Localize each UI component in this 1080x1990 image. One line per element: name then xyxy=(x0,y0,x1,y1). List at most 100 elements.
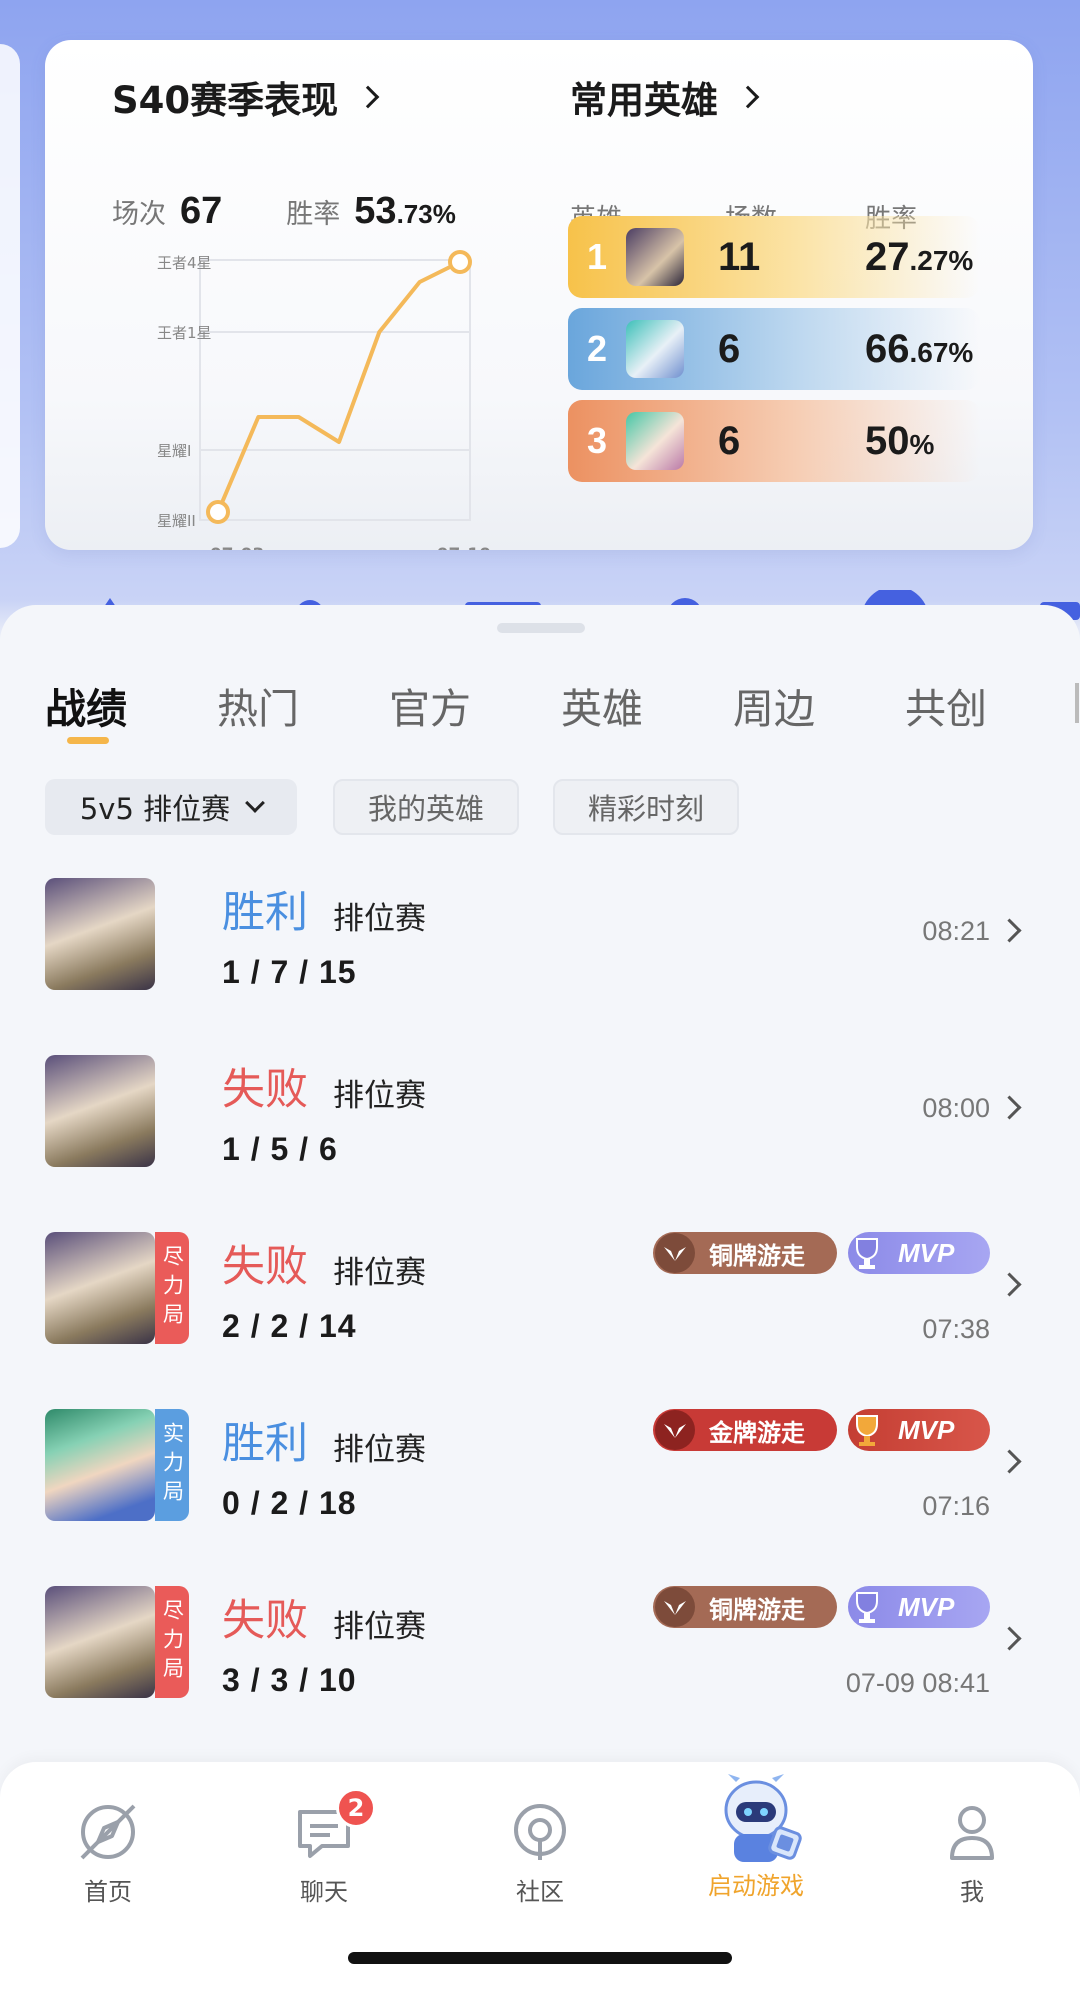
my-heroes-filter[interactable]: 我的英雄 xyxy=(333,779,519,835)
tab-hot[interactable]: 热门 xyxy=(217,675,299,735)
effort-tag: 尽力局 xyxy=(155,1586,189,1698)
rank-number: 3 xyxy=(586,420,608,461)
game-mascot-icon xyxy=(724,1774,802,1862)
match-kda: 0 / 2 / 18 xyxy=(222,1485,357,1521)
season-performance-card: S40赛季表现 场次 67 胜率 53.73% 王者4星 王者1星 星耀I 星耀… xyxy=(45,40,1033,550)
role-badge: 金牌游走 xyxy=(653,1409,837,1451)
match-result: 胜利 xyxy=(222,888,308,938)
hero-avatar xyxy=(45,1586,155,1698)
sheet-grabber[interactable] xyxy=(497,623,585,633)
tab-heroes[interactable]: 英雄 xyxy=(561,675,643,735)
chevron-right-icon xyxy=(736,85,760,109)
match-time: 08:00 xyxy=(922,1093,990,1123)
match-time: 08:21 xyxy=(922,916,990,946)
previous-card-edge[interactable] xyxy=(0,44,20,548)
more-tabs-edge xyxy=(1075,683,1079,723)
hero-rate: 27.27% xyxy=(865,234,974,279)
match-kda: 1 / 7 / 15 xyxy=(222,954,357,990)
matches-value: 67 xyxy=(180,190,223,232)
nav-community[interactable]: 社区 xyxy=(470,1800,610,1907)
tab-official[interactable]: 官方 xyxy=(389,675,471,735)
match-row[interactable]: 尽力局 失败 排位赛 2 / 2 / 14 铜牌游走 MVP 07:38 xyxy=(0,1232,1080,1362)
home-indicator xyxy=(348,1952,732,1964)
nav-home-label: 首页 xyxy=(84,1878,132,1906)
hero-avatar xyxy=(45,878,155,990)
tab-merch[interactable]: 周边 xyxy=(733,675,815,735)
match-kda: 3 / 3 / 10 xyxy=(222,1662,357,1698)
hero-avatar xyxy=(626,412,684,470)
nav-community-label: 社区 xyxy=(516,1878,564,1906)
chevron-right-icon xyxy=(997,1095,1022,1120)
chart-frame xyxy=(199,259,471,521)
mode-dropdown[interactable]: 5v5 排位赛 xyxy=(45,779,297,835)
nav-home[interactable]: 首页 xyxy=(38,1800,178,1907)
data-point xyxy=(448,250,472,274)
match-result: 失败 xyxy=(222,1596,308,1646)
trophy-icon xyxy=(844,1584,890,1630)
match-time: 07-09 08:41 xyxy=(845,1668,990,1698)
match-mode: 排位赛 xyxy=(333,1609,426,1645)
match-time: 07:16 xyxy=(922,1491,990,1521)
match-mode: 排位赛 xyxy=(333,1432,426,1468)
hero-games: 6 xyxy=(718,326,741,371)
active-tab-indicator xyxy=(67,737,109,744)
mode-dropdown-label: 5v5 排位赛 xyxy=(79,792,231,826)
rank-number: 2 xyxy=(586,328,608,369)
chevron-right-icon xyxy=(356,85,380,109)
match-result: 失败 xyxy=(222,1242,308,1292)
match-mode: 排位赛 xyxy=(333,901,426,937)
skill-tag: 实力局 xyxy=(155,1409,189,1521)
nav-me-label: 我 xyxy=(960,1878,984,1906)
effort-tag: 尽力局 xyxy=(155,1232,189,1344)
hero-avatar xyxy=(626,228,684,286)
match-row[interactable]: 胜利 排位赛 1 / 7 / 15 08:21 xyxy=(0,878,1080,1008)
hero-avatar xyxy=(626,320,684,378)
role-badge: 铜牌游走 xyxy=(653,1232,837,1274)
match-kda: 1 / 5 / 6 xyxy=(222,1131,338,1167)
data-point xyxy=(206,500,230,524)
person-icon xyxy=(950,1806,994,1860)
wing-icon xyxy=(655,1410,695,1450)
rank-trend-chart: 王者4星 王者1星 星耀I 星耀II 07-03 07-10 xyxy=(157,250,492,550)
wing-icon xyxy=(655,1587,695,1627)
chart-series xyxy=(206,250,472,524)
hero-rank-row[interactable]: 3 6 50% xyxy=(568,400,980,482)
hero-rank-row[interactable]: 2 6 66.67% xyxy=(568,308,980,390)
y-tick-label: 王者4星 xyxy=(157,254,212,272)
y-tick-label: 星耀II xyxy=(157,512,196,530)
series-line xyxy=(216,260,461,513)
common-heroes-link[interactable]: 常用英雄 xyxy=(570,70,760,124)
season-title-link[interactable]: S40赛季表现 xyxy=(112,70,380,124)
mvp-badge: MVP xyxy=(848,1586,990,1628)
highlights-filter[interactable]: 精彩时刻 xyxy=(553,779,739,835)
chevron-down-icon xyxy=(245,793,266,813)
hero-games: 11 xyxy=(718,234,761,279)
season-stats: 场次 67 胜率 53.73% xyxy=(112,190,456,233)
match-row[interactable]: 实力局 胜利 排位赛 0 / 2 / 18 金牌游走 MVP 07:16 xyxy=(0,1409,1080,1539)
match-mode: 排位赛 xyxy=(333,1255,426,1291)
match-result: 失败 xyxy=(222,1065,308,1115)
hero-avatar xyxy=(45,1409,155,1521)
hero-avatar xyxy=(45,1232,155,1344)
role-badge: 铜牌游走 xyxy=(653,1586,837,1628)
nav-chat[interactable]: 2 聊天 xyxy=(254,1788,394,1907)
tab-records[interactable]: 战绩 xyxy=(45,675,127,735)
nav-me[interactable]: 我 xyxy=(902,1800,1042,1907)
nav-launch-game[interactable]: 启动游戏 xyxy=(686,1772,826,1901)
hero-rank-row[interactable]: 1 11 27.27% xyxy=(568,216,980,298)
hero-rate: 50% xyxy=(865,418,935,463)
y-tick-label: 王者1星 xyxy=(157,324,212,342)
common-heroes-title: 常用英雄 xyxy=(570,79,718,122)
hero-rate: 66.67% xyxy=(865,326,974,371)
match-row[interactable]: 失败 排位赛 1 / 5 / 6 08:00 xyxy=(0,1055,1080,1185)
tab-co-create[interactable]: 共创 xyxy=(905,675,987,735)
mvp-badge: MVP xyxy=(848,1409,990,1451)
match-row[interactable]: 尽力局 失败 排位赛 3 / 3 / 10 铜牌游走 MVP 07-09 08:… xyxy=(0,1586,1080,1716)
chevron-right-icon xyxy=(997,1449,1022,1474)
x-tick-label: 07-10 xyxy=(437,545,492,550)
match-kda: 2 / 2 / 14 xyxy=(222,1308,357,1344)
y-tick-label: 星耀I xyxy=(157,442,191,460)
hero-games: 6 xyxy=(718,418,741,463)
hero-avatar xyxy=(45,1055,155,1167)
mvp-badge: MVP xyxy=(848,1232,990,1274)
